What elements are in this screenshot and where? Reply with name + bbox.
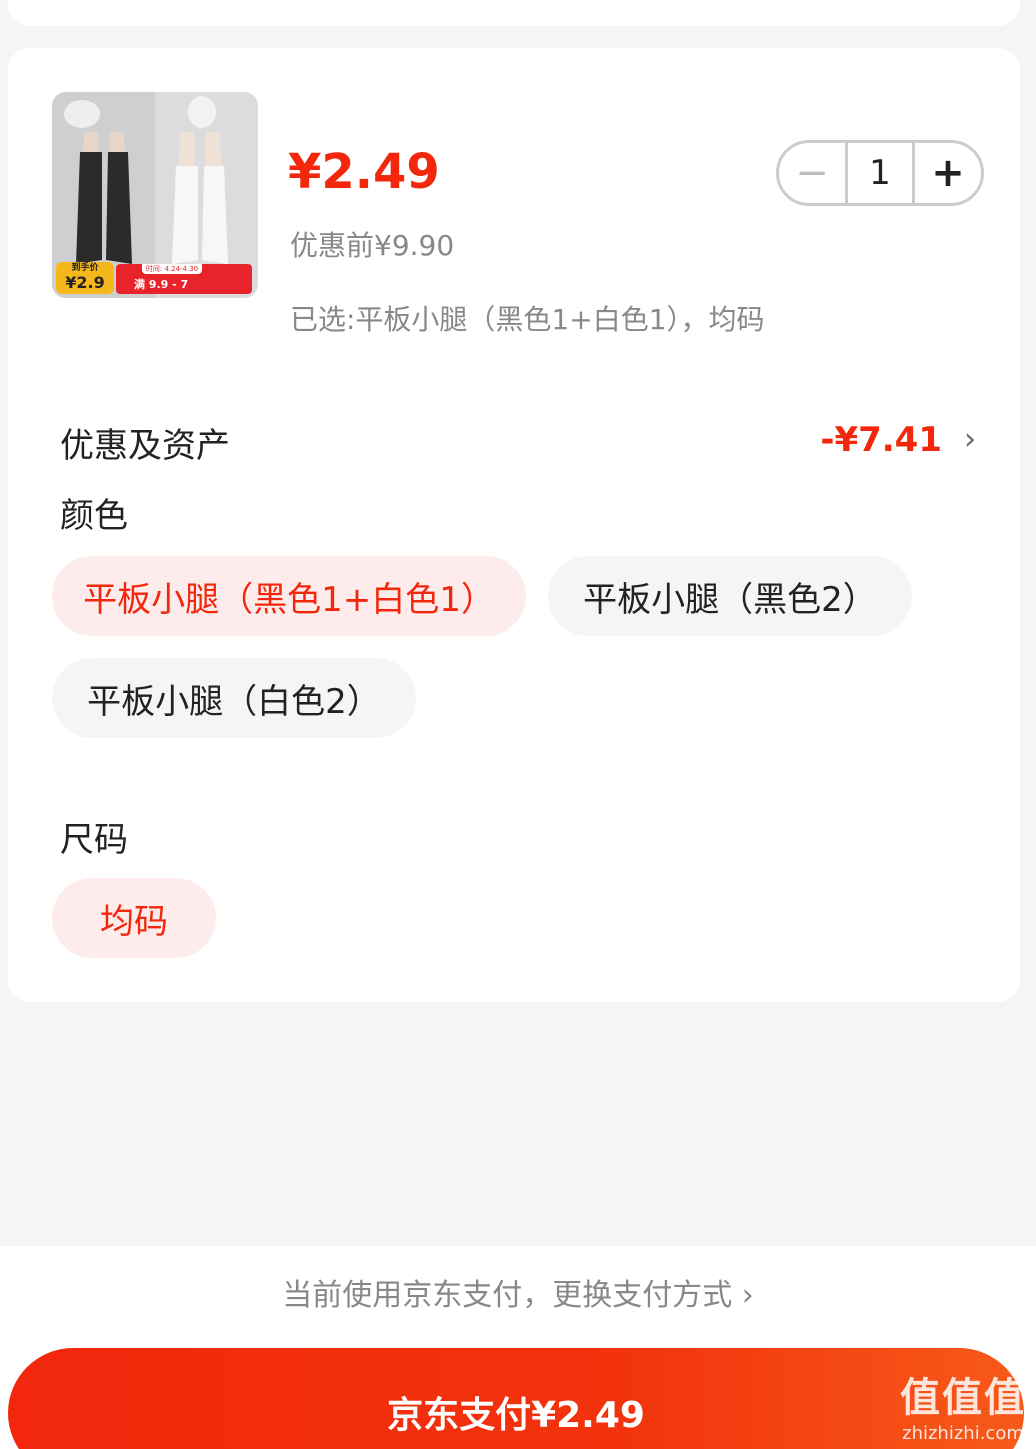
decrease-quantity-button[interactable]: − <box>779 143 845 203</box>
selected-sku-text: 已选:平板小腿（黑色1+白色1），均码 <box>290 303 765 336</box>
current-price: ¥2.49 <box>288 144 440 200</box>
change-payment-method-link[interactable]: 当前使用京东支付，更换支付方式 › <box>0 1270 1036 1314</box>
jd-pay-button[interactable]: 京东支付¥2.49 <box>8 1348 1024 1449</box>
quantity-stepper: − 1 + <box>776 140 984 206</box>
thumb-tag-price: ¥2.9 <box>65 273 105 292</box>
size-section-title: 尺码 <box>60 820 128 860</box>
color-option-black2[interactable]: 平板小腿（黑色2） <box>548 556 912 636</box>
product-thumbnail[interactable]: 到手价 ¥2.9 时间: 4.24-4.30 满 9.9 - 7 <box>52 92 258 298</box>
increase-quantity-button[interactable]: + <box>915 143 981 203</box>
size-option-one-size[interactable]: 均码 <box>52 878 216 958</box>
color-option-black1-white1[interactable]: 平板小腿（黑色1+白色1） <box>52 556 526 636</box>
color-option-white2[interactable]: 平板小腿（白色2） <box>52 658 416 738</box>
original-price: 优惠前¥9.90 <box>290 229 455 262</box>
color-section-title: 颜色 <box>60 496 128 536</box>
discount-label: 优惠及资产 <box>60 426 230 466</box>
watermark-site: zhizhizhi.com <box>902 1423 1024 1444</box>
watermark-logo: 值值值 <box>900 1375 1026 1421</box>
product-sku-sheet: 到手价 ¥2.9 时间: 4.24-4.30 满 9.9 - 7 ¥2.49 优… <box>0 0 1036 1449</box>
discount-assets-row[interactable]: 优惠及资产 -¥7.41 › <box>60 416 980 466</box>
thumb-banner-offer: 满 9.9 - 7 <box>134 278 189 291</box>
thumb-promo-banner: 时间: 4.24-4.30 满 9.9 - 7 <box>116 264 252 294</box>
quantity-input[interactable]: 1 <box>845 143 915 203</box>
thumb-price-tag: 到手价 ¥2.9 <box>56 262 114 294</box>
sku-card: 到手价 ¥2.9 时间: 4.24-4.30 满 9.9 - 7 ¥2.49 优… <box>8 48 1020 1002</box>
discount-value: -¥7.41 <box>820 420 942 460</box>
payment-bar: 当前使用京东支付，更换支付方式 › 京东支付¥2.49 <box>0 1246 1036 1449</box>
chevron-right-icon: › <box>964 422 976 457</box>
site-watermark: 值值值 zhizhizhi.com <box>900 1365 1026 1444</box>
thumb-banner-date: 时间: 4.24-4.30 <box>142 264 202 274</box>
previous-card <box>8 0 1020 26</box>
